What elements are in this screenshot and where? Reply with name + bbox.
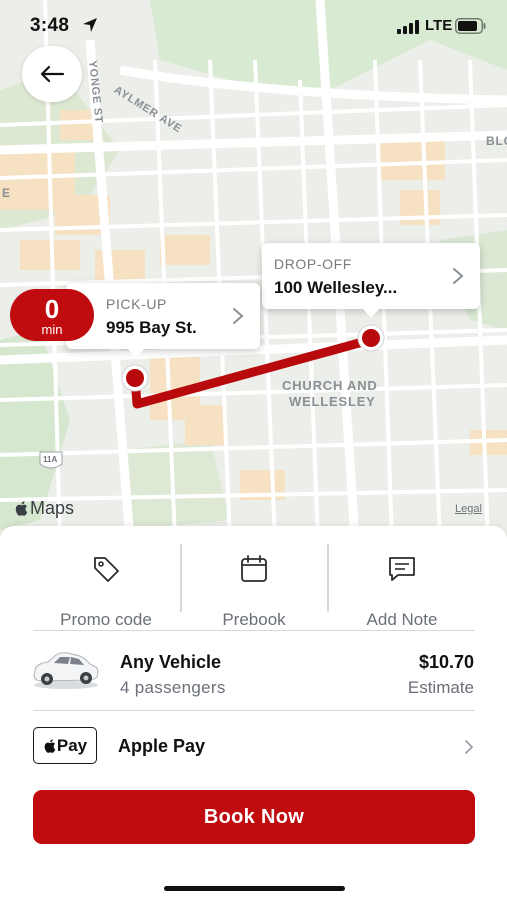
payment-method-name: Apple Pay — [118, 736, 206, 756]
chevron-right-icon — [233, 308, 244, 324]
home-indicator[interactable] — [164, 886, 345, 891]
add-note-button[interactable]: Add Note — [322, 544, 482, 629]
arrow-left-icon — [40, 65, 65, 83]
battery-icon — [455, 18, 486, 34]
vehicle-capacity: 4 passengers — [120, 678, 226, 697]
apple-logo-icon — [15, 501, 28, 516]
network-label: LTE — [425, 17, 453, 34]
vehicle-option[interactable]: Any Vehicle 4 passengers $10.70 Estimate — [0, 632, 507, 712]
area-label-church-1: CHURCH AND — [282, 378, 378, 393]
street-label-blo: BLO — [486, 134, 507, 148]
promo-code-label: Promo code — [60, 610, 152, 629]
pickup-address: 995 Bay St. — [106, 318, 197, 337]
legal-link[interactable]: Legal — [455, 503, 482, 515]
route-shield-label: 11A — [43, 455, 58, 464]
apple-logo-icon — [44, 738, 56, 753]
fare-estimate-label: Estimate — [407, 678, 474, 697]
apple-pay-badge-text: Pay — [56, 735, 88, 755]
divider — [33, 710, 475, 711]
location-arrow-icon — [83, 18, 97, 32]
status-time: 3:48 — [30, 15, 70, 36]
message-icon — [389, 557, 415, 581]
dropoff-address: 100 Wellesley... — [274, 278, 398, 297]
tag-icon — [94, 557, 119, 582]
street-label-e: E — [2, 186, 11, 200]
chevron-right-icon — [465, 740, 474, 754]
map-view[interactable]: YONGE ST AYLMER AVE BLO E CHURCH AND WEL… — [0, 0, 507, 540]
apple-pay-icon: Pay — [33, 727, 97, 764]
eta-unit: min — [41, 322, 63, 337]
booking-sheet: Promo code Prebook Add Note Any Vehicle … — [0, 526, 507, 900]
status-bar: 3:48 LTE — [0, 0, 507, 50]
pickup-callout[interactable]: PICK-UP 995 Bay St. — [66, 283, 260, 358]
maps-brand-text: Maps — [30, 498, 75, 518]
car-icon — [33, 652, 99, 689]
area-label-church-2: WELLESLEY — [289, 394, 376, 409]
vehicle-name: Any Vehicle — [120, 652, 222, 672]
add-note-label: Add Note — [366, 610, 438, 629]
promo-code-button[interactable]: Promo code — [26, 544, 186, 629]
payment-method-row[interactable]: Pay Apple Pay — [0, 712, 507, 782]
book-now-button[interactable]: Book Now — [33, 790, 475, 844]
pickup-label: PICK-UP — [106, 296, 167, 312]
prebook-label: Prebook — [222, 610, 286, 629]
dropoff-callout[interactable]: DROP-OFF 100 Wellesley... — [262, 243, 480, 318]
fare-price: $10.70 — [418, 652, 474, 672]
dropoff-label: DROP-OFF — [274, 256, 352, 272]
divider — [33, 630, 475, 631]
cellular-signal-icon — [397, 20, 419, 34]
eta-value: 0 — [44, 294, 60, 324]
chevron-right-icon — [453, 268, 464, 284]
apple-maps-logo: Maps — [14, 498, 74, 519]
back-button[interactable] — [22, 46, 82, 102]
prebook-button[interactable]: Prebook — [174, 544, 334, 629]
calendar-icon — [241, 555, 267, 582]
eta-badge: 0 min — [10, 289, 94, 341]
